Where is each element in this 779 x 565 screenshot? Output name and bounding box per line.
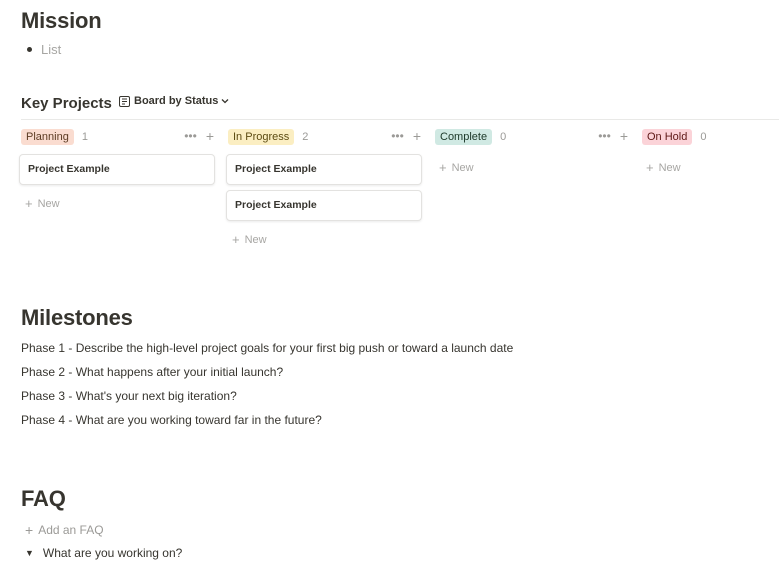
status-tag-planning[interactable]: Planning [21,129,74,145]
project-card[interactable]: Project Example [226,190,422,221]
new-label: New [37,197,60,210]
column-count: 0 [700,131,707,143]
plus-icon: + [25,522,34,538]
new-label: New [244,233,267,246]
board-column-on-hold: On Hold 0 [642,128,779,146]
board-column-complete: Complete 0 ••• + [435,128,632,146]
view-label: Board by Status [134,95,219,107]
new-label: New [451,161,474,174]
new-card-button[interactable]: + New [439,160,474,175]
milestone-line: Phase 2 - What happens after your initia… [21,365,284,379]
add-faq-button[interactable]: + Add an FAQ [25,522,104,538]
column-header: On Hold 0 [642,128,779,146]
plus-icon: + [232,232,240,247]
plus-icon: + [439,160,447,175]
board-column-in-progress: In Progress 2 ••• + [228,128,425,146]
milestone-line: Phase 3 - What's your next big iteration… [21,389,237,403]
list-placeholder: List [41,42,62,57]
faq-question: What are you working on? [42,546,183,560]
board-divider [21,119,779,120]
column-count: 0 [500,131,507,143]
add-faq-label: Add an FAQ [38,523,104,537]
new-card-button[interactable]: + New [232,232,267,247]
new-label: New [658,161,681,174]
milestone-line: Phase 4 - What are you working toward fa… [21,413,322,427]
column-count: 2 [302,131,309,143]
toggle-triangle-icon[interactable]: ▼ [25,548,34,558]
mission-heading: Mission [21,8,102,33]
faq-toggle-item[interactable]: ▼ What are you working on? [25,546,182,560]
column-count: 1 [81,131,88,143]
board-view-icon [119,95,130,107]
project-card[interactable]: Project Example [19,154,215,185]
plus-icon: + [646,160,654,175]
more-options-icon[interactable]: ••• [391,129,404,143]
new-card-button[interactable]: + New [646,160,681,175]
column-header: Planning 1 ••• + [21,128,218,146]
key-projects-title: Key Projects [21,95,112,112]
new-card-button[interactable]: + New [25,196,60,211]
chevron-down-icon [221,99,229,104]
milestones-heading: Milestones [21,305,133,330]
board-view-selector[interactable]: Board by Status [119,95,233,107]
status-tag-in-progress[interactable]: In Progress [228,129,295,145]
more-options-icon[interactable]: ••• [184,129,197,143]
status-tag-complete[interactable]: Complete [435,129,493,145]
column-header: Complete 0 ••• + [435,128,632,146]
mission-list-item[interactable]: List [27,42,61,57]
plus-icon: + [25,196,33,211]
milestone-line: Phase 1 - Describe the high-level projec… [21,341,514,355]
add-icon[interactable]: + [206,129,214,143]
faq-heading: FAQ [21,486,66,511]
more-options-icon[interactable]: ••• [598,129,611,143]
bullet-icon [27,47,32,52]
add-icon[interactable]: + [620,129,628,143]
add-icon[interactable]: + [413,129,421,143]
status-tag-on-hold[interactable]: On Hold [642,129,693,145]
column-header: In Progress 2 ••• + [228,128,425,146]
project-card[interactable]: Project Example [226,154,422,185]
board-column-planning: Planning 1 ••• + [21,128,218,146]
